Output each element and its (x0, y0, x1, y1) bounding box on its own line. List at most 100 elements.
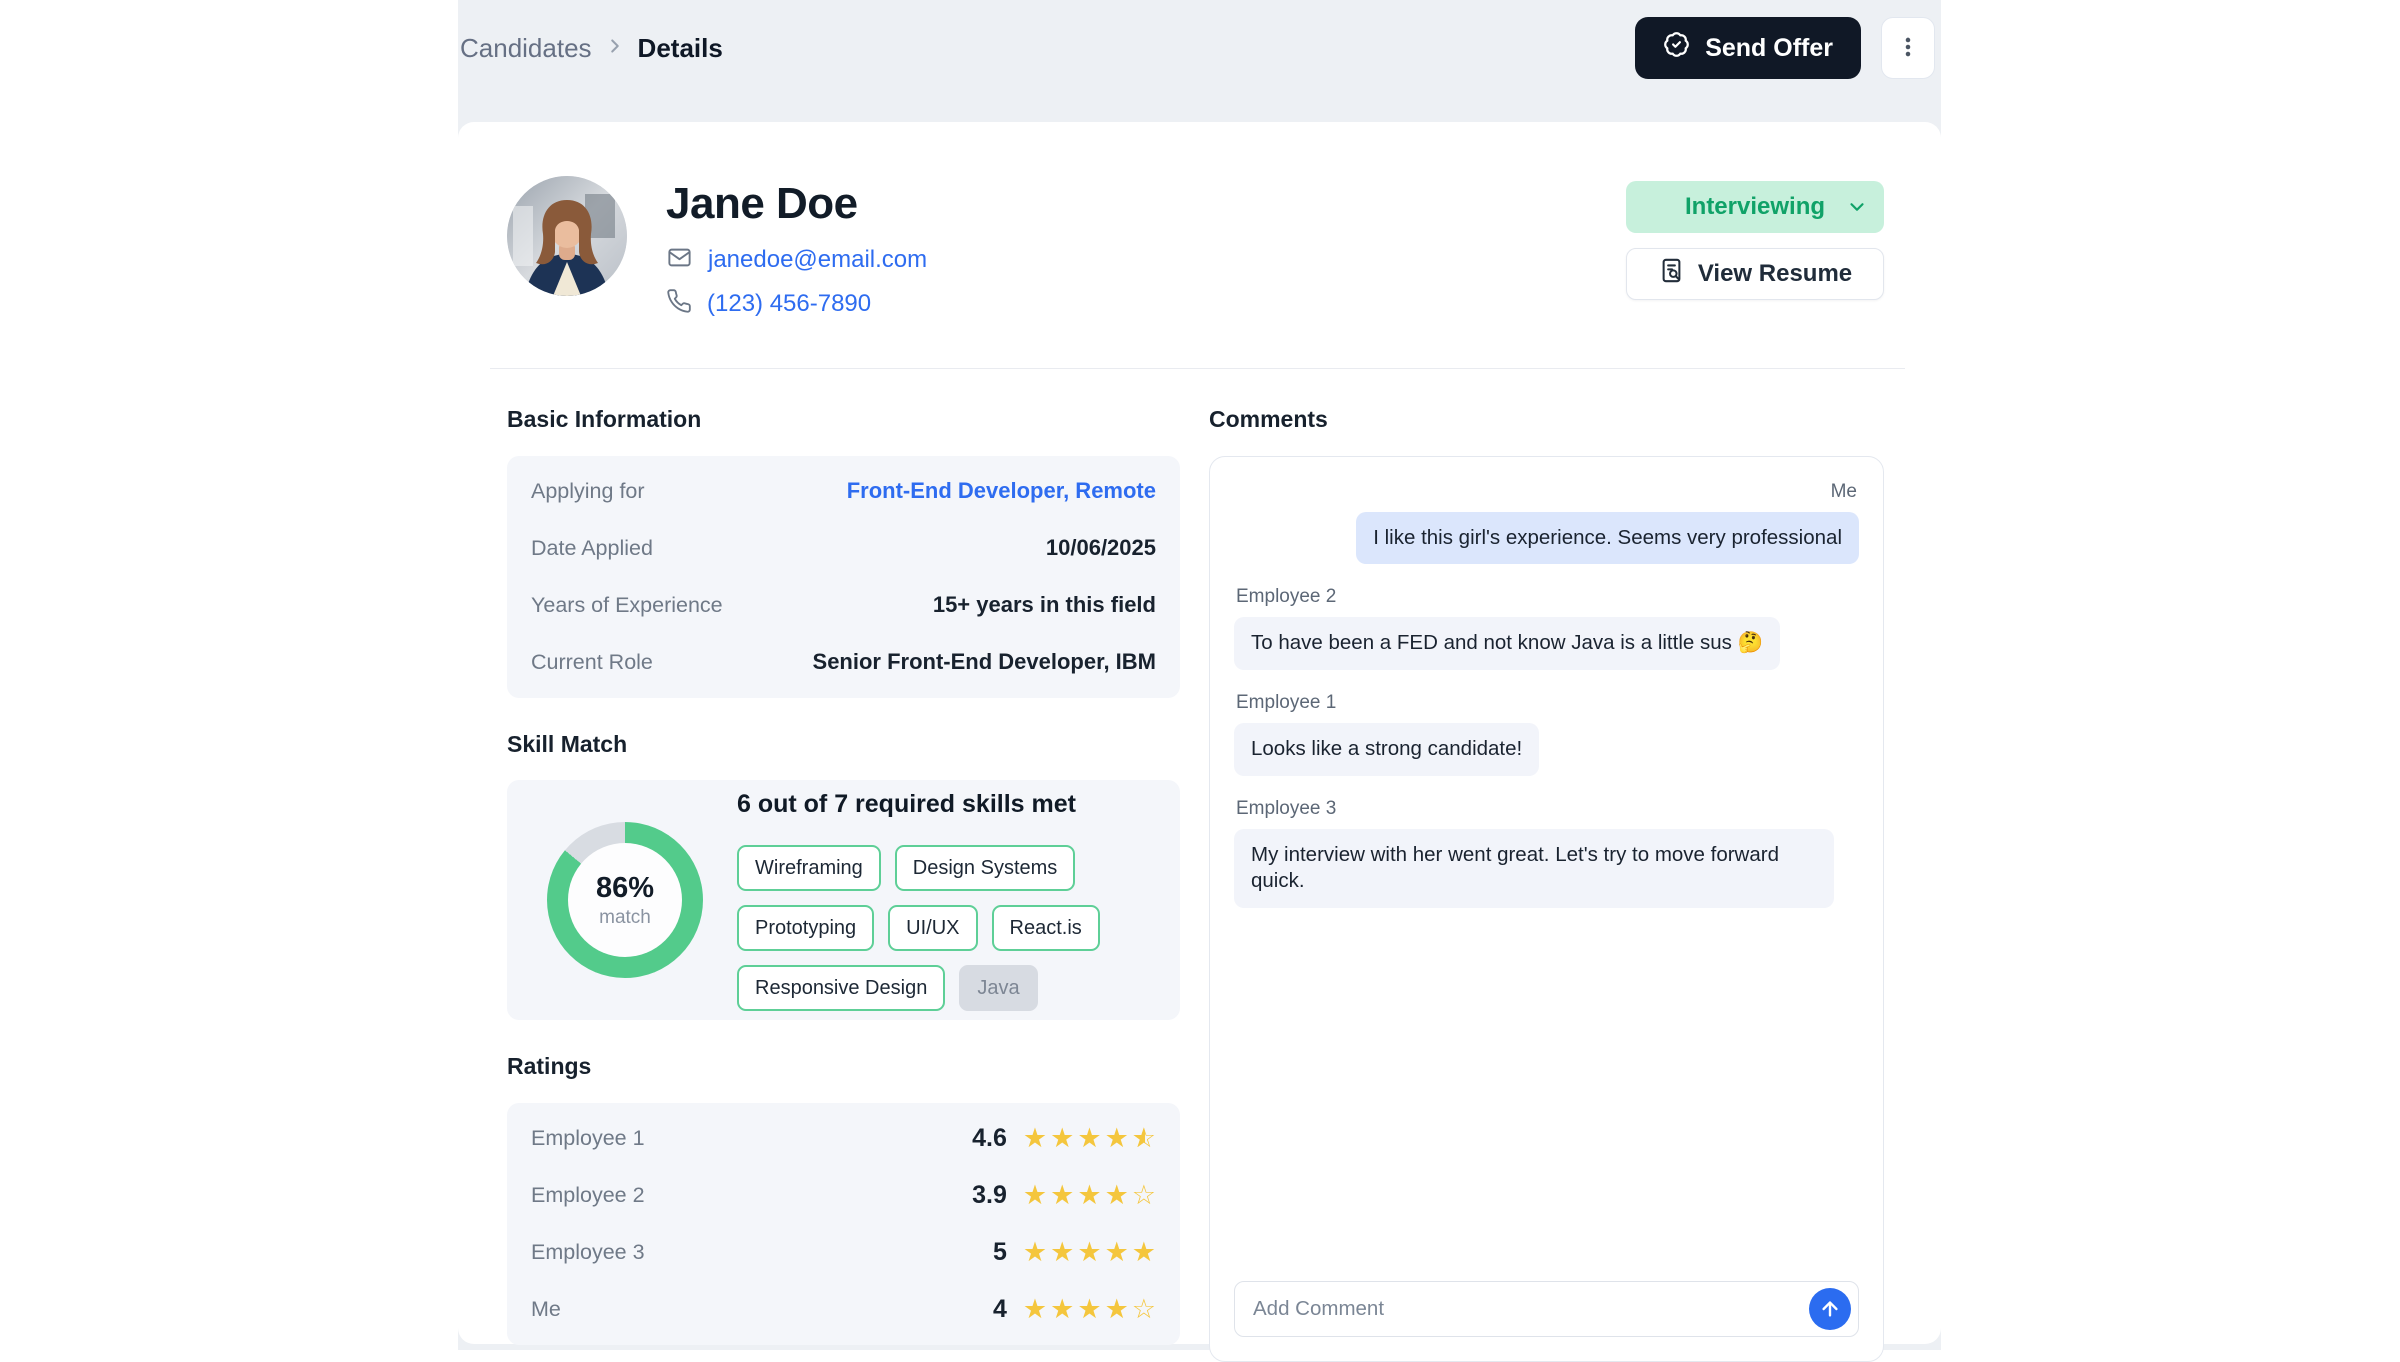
rating-row: Employee 3 5 ★★★★★ (531, 1224, 1156, 1281)
view-resume-label: View Resume (1698, 260, 1852, 288)
skill-chip: Prototyping (737, 905, 874, 951)
info-label: Date Applied (531, 536, 653, 561)
profile-info: Jane Doe janedoe@email.com (123) 456-789… (666, 176, 927, 319)
comment-message: Employee 2 To have been a FED and not kn… (1234, 586, 1859, 670)
ratings-card: Employee 1 4.6 ★★★★☆★ Employee 2 3.9 ★★★… (507, 1103, 1180, 1345)
skill-summary: 6 out of 7 required skills met (737, 790, 1152, 819)
rating-score: 4 (993, 1295, 1007, 1324)
rating-stars: ★★★★★ (1023, 1239, 1156, 1266)
skill-chips: Wireframing Design Systems Prototyping U… (737, 845, 1152, 1011)
comment-message: Employee 3 My interview with her went gr… (1234, 798, 1859, 908)
topbar-actions: Send Offer (1635, 17, 1935, 79)
rating-score: 5 (993, 1238, 1007, 1267)
info-value: Senior Front-End Developer, IBM (813, 649, 1156, 675)
donut-center: 86% match (568, 843, 682, 957)
comment-bubble: To have been a FED and not know Java is … (1234, 617, 1780, 670)
info-label: Years of Experience (531, 593, 723, 618)
info-label: Applying for (531, 479, 645, 504)
info-row: Current Role Senior Front-End Developer,… (531, 634, 1156, 691)
skill-donut-chart: 86% match (547, 822, 703, 978)
kebab-menu-icon (1895, 34, 1921, 63)
add-comment-input[interactable] (1251, 1296, 1809, 1322)
candidate-name: Jane Doe (666, 182, 927, 226)
phone-link[interactable]: (123) 456-7890 (707, 290, 871, 318)
send-offer-label: Send Offer (1705, 34, 1833, 63)
skill-chip-unmet: Java (959, 965, 1037, 1011)
match-percent: 86% (596, 874, 654, 903)
arrow-up-icon (1819, 1298, 1841, 1320)
comments-card: Me I like this girl's experience. Seems … (1209, 456, 1884, 1362)
send-comment-button[interactable] (1809, 1288, 1851, 1330)
comment-author: Employee 2 (1236, 586, 1857, 608)
info-label: Current Role (531, 650, 653, 675)
email-row: janedoe@email.com (666, 244, 927, 276)
add-comment-bar (1234, 1281, 1859, 1337)
rating-row: Employee 1 4.6 ★★★★☆★ (531, 1110, 1156, 1167)
comment-bubble: I like this girl's experience. Seems ver… (1356, 512, 1859, 565)
right-column: Comments Me I like this girl's experienc… (1209, 406, 1884, 1362)
rating-stars: ★★★★☆★ (1023, 1125, 1156, 1152)
rating-score: 4.6 (972, 1124, 1007, 1153)
rating-stars: ★★★★☆ (1023, 1182, 1156, 1209)
profile-header: Jane Doe janedoe@email.com (123) 456-789… (458, 122, 1941, 319)
skill-details: 6 out of 7 required skills met Wireframi… (737, 790, 1180, 1011)
comments-scroll-area[interactable]: Me I like this girl's experience. Seems … (1234, 481, 1859, 1257)
skill-chip: UI/UX (888, 905, 977, 951)
rater-name: Employee 2 (531, 1183, 972, 1208)
breadcrumb-item-candidates[interactable]: Candidates (460, 33, 592, 64)
view-resume-button[interactable]: View Resume (1626, 248, 1884, 300)
section-title-basic-information: Basic Information (507, 406, 1180, 434)
info-row: Date Applied 10/06/2025 (531, 520, 1156, 577)
content-column: Candidates Details Send Offer (458, 0, 1941, 1350)
breadcrumb-item-details: Details (638, 33, 723, 64)
comment-message: Employee 1 Looks like a strong candidate… (1234, 692, 1859, 776)
chevron-down-icon (1846, 196, 1868, 218)
skill-chip: Wireframing (737, 845, 881, 891)
candidate-card: Jane Doe janedoe@email.com (123) 456-789… (458, 122, 1941, 1344)
rating-row: Me 4 ★★★★☆ (531, 1281, 1156, 1338)
applying-for-link[interactable]: Front-End Developer, Remote (847, 478, 1156, 504)
status-label: Interviewing (1685, 193, 1825, 221)
comment-bubble: Looks like a strong candidate! (1234, 723, 1539, 776)
breadcrumb: Candidates Details (460, 33, 723, 64)
rater-name: Employee 3 (531, 1240, 993, 1265)
badge-check-icon (1663, 31, 1690, 65)
rating-row: Employee 2 3.9 ★★★★☆ (531, 1167, 1156, 1224)
comment-author: Me (1831, 481, 1857, 503)
rater-name: Me (531, 1297, 993, 1322)
profile-actions: Interviewing View Resume (1626, 176, 1884, 319)
section-title-skill-match: Skill Match (507, 731, 1180, 759)
section-title-comments: Comments (1209, 406, 1884, 434)
info-row: Applying for Front-End Developer, Remote (531, 463, 1156, 520)
skill-chip: Responsive Design (737, 965, 945, 1011)
rating-stars-me[interactable]: ★★★★☆ (1023, 1296, 1156, 1323)
mail-icon (666, 244, 693, 276)
comment-message: Me I like this girl's experience. Seems … (1234, 481, 1859, 565)
left-column: Basic Information Applying for Front-End… (507, 406, 1180, 1345)
skill-chip: Design Systems (895, 845, 1076, 891)
info-value: 15+ years in this field (933, 592, 1156, 618)
phone-icon (666, 288, 692, 319)
email-link[interactable]: janedoe@email.com (708, 246, 927, 274)
file-search-icon (1658, 257, 1685, 291)
section-title-ratings: Ratings (507, 1053, 1180, 1081)
rating-score: 3.9 (972, 1181, 1007, 1210)
match-label: match (599, 908, 651, 927)
skill-match-card: 86% match 6 out of 7 required skills met… (507, 780, 1180, 1020)
breadcrumb-separator-icon (604, 33, 626, 64)
kebab-menu-button[interactable] (1881, 17, 1935, 79)
rater-name: Employee 1 (531, 1126, 972, 1151)
avatar (507, 176, 627, 296)
skill-chip: React.is (992, 905, 1100, 951)
topbar: Candidates Details Send Offer (458, 0, 1941, 96)
phone-row: (123) 456-7890 (666, 288, 927, 319)
info-row: Years of Experience 15+ years in this fi… (531, 577, 1156, 634)
send-offer-button[interactable]: Send Offer (1635, 17, 1861, 79)
comment-author: Employee 3 (1236, 798, 1857, 820)
comment-bubble: My interview with her went great. Let's … (1234, 829, 1834, 908)
info-value: 10/06/2025 (1046, 535, 1156, 561)
status-dropdown[interactable]: Interviewing (1626, 181, 1884, 233)
card-content: Basic Information Applying for Front-End… (458, 369, 1941, 1362)
comment-author: Employee 1 (1236, 692, 1857, 714)
basic-information-card: Applying for Front-End Developer, Remote… (507, 456, 1180, 698)
